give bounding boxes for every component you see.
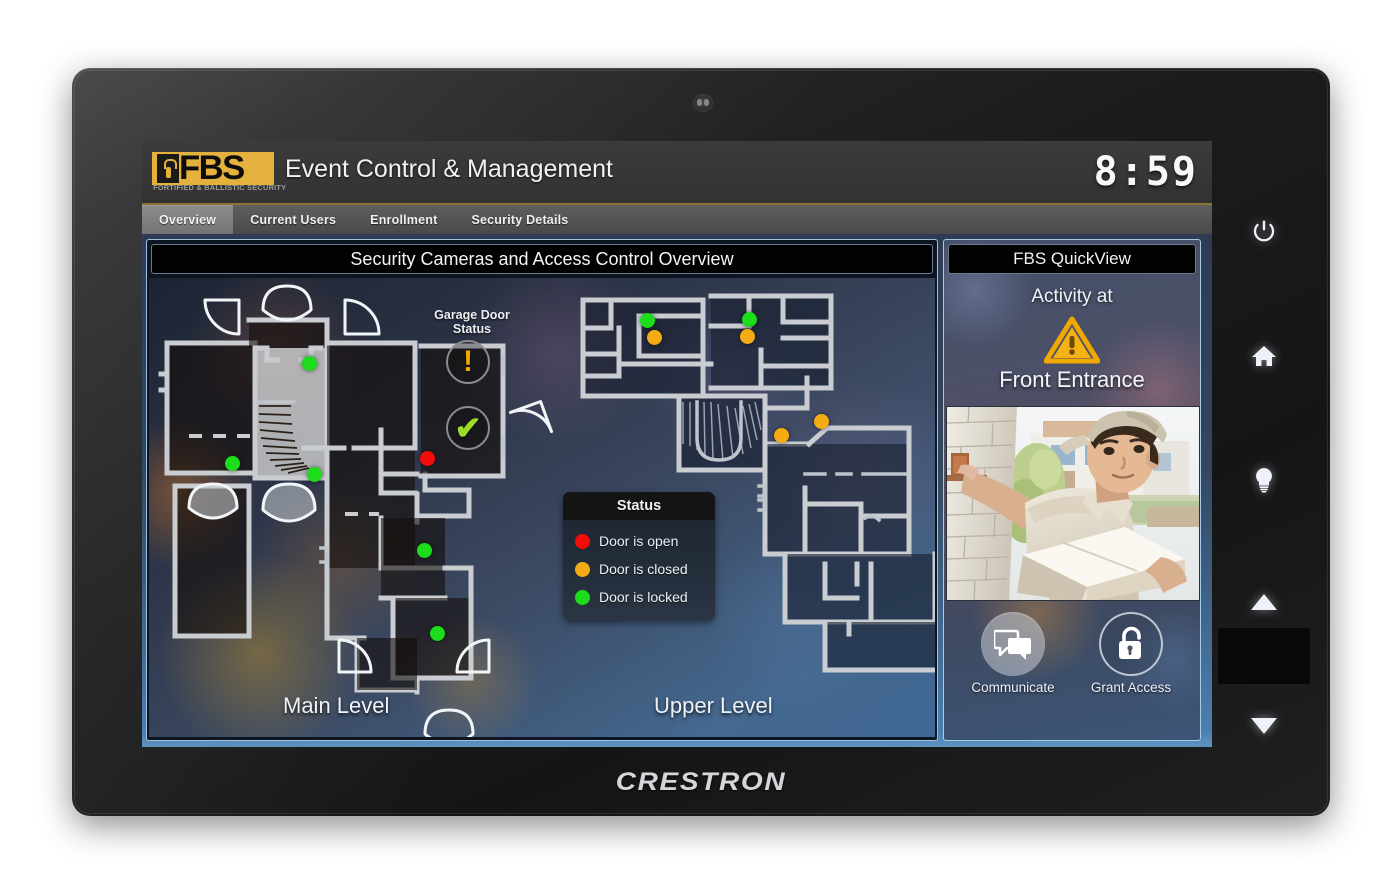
triangle-up-icon — [1251, 594, 1277, 610]
triangle-down-icon — [1251, 718, 1277, 734]
grant-access-button[interactable]: Grant Access — [1079, 612, 1183, 695]
quickview-actions: Communicate Grant Access — [944, 612, 1200, 695]
garage-ok-indicator[interactable]: ✔ — [446, 406, 490, 450]
green-dot-icon — [575, 589, 590, 605]
checkmark-icon: ✔ — [454, 410, 482, 446]
quickview-location: Front Entrance — [999, 367, 1145, 392]
floor-label-upper: Upper Level — [654, 693, 773, 718]
home-button[interactable] — [1244, 336, 1284, 376]
tab-overview[interactable]: Overview — [142, 205, 234, 234]
status-legend: Status Door is open Door is closed Door … — [563, 492, 715, 620]
door-marker-locked[interactable] — [225, 456, 240, 471]
legend-item-locked: Door is locked — [575, 583, 715, 611]
door-marker-locked[interactable] — [640, 313, 655, 328]
up-button[interactable] — [1244, 582, 1284, 622]
legend-list: Door is open Door is closed Door is lock… — [563, 520, 715, 620]
warning-triangle-icon — [1043, 316, 1101, 364]
lights-button[interactable] — [1244, 460, 1284, 500]
door-marker-locked[interactable] — [430, 626, 445, 641]
floor-label-main: Main Level — [283, 693, 390, 718]
clock-display: 8:59 — [1093, 149, 1198, 195]
floorplan-panel: Security Cameras and Access Control Over… — [146, 239, 938, 741]
padlock-icon — [157, 154, 179, 183]
door-marker-locked[interactable] — [307, 467, 322, 482]
quickview-panel: FBS QuickView Activity at Front Entrance — [943, 239, 1201, 741]
tab-security-details[interactable]: Security Details — [454, 205, 585, 234]
logo-plate: FBS — [152, 149, 274, 187]
quickview-panel-title: FBS QuickView — [948, 244, 1196, 274]
unlocked-padlock-icon — [1099, 612, 1163, 676]
door-marker-locked[interactable] — [302, 356, 317, 371]
door-marker-locked[interactable] — [417, 543, 432, 558]
content-area: Security Cameras and Access Control Over… — [142, 234, 1212, 747]
legend-item-open: Door is open — [575, 527, 715, 555]
garage-warning-indicator[interactable]: ! — [446, 340, 490, 384]
floorplan-panel-title: Security Cameras and Access Control Over… — [151, 244, 933, 274]
grant-access-label: Grant Access — [1090, 680, 1172, 695]
logo-tagline: FORTIFIED & BALLISTIC SECURITY — [153, 185, 287, 192]
home-icon — [1252, 346, 1276, 366]
touch-screen: FBS FORTIFIED & BALLISTIC SECURITY Event… — [142, 141, 1212, 747]
chat-bubbles-icon — [981, 612, 1045, 676]
fbs-logo: FBS FORTIFIED & BALLISTIC SECURITY — [152, 149, 286, 196]
tab-enrollment[interactable]: Enrollment — [353, 205, 454, 234]
floorplan-canvas[interactable]: .wall { stroke: #c9cdd2; stroke-width: 5… — [149, 278, 935, 737]
tab-current-users[interactable]: Current Users — [233, 205, 353, 234]
crestron-wordmark: CRESTRON — [615, 768, 787, 796]
crestron-touch-panel-device: FBS FORTIFIED & BALLISTIC SECURITY Event… — [72, 68, 1330, 816]
floorplan-drawing: .wall { stroke: #c9cdd2; stroke-width: 5… — [158, 284, 935, 737]
app-header: FBS FORTIFIED & BALLISTIC SECURITY Event… — [142, 141, 1212, 205]
logo-text: FBS — [179, 149, 245, 187]
door-marker-locked[interactable] — [742, 312, 757, 327]
door-marker-closed[interactable] — [740, 329, 755, 344]
door-marker-open[interactable] — [420, 451, 435, 466]
camera-feed[interactable] — [946, 406, 1200, 601]
legend-title: Status — [563, 492, 715, 520]
power-button[interactable] — [1244, 212, 1284, 252]
yellow-dot-icon — [575, 561, 590, 577]
exclamation-icon: ! — [463, 345, 473, 378]
down-button[interactable] — [1244, 706, 1284, 746]
lightbulb-icon — [1256, 468, 1272, 493]
door-marker-closed[interactable] — [774, 428, 789, 443]
garage-door-status-label: Garage Door Status — [434, 308, 510, 336]
bezel-recess — [1218, 628, 1310, 684]
quickview-activity-text: Activity at — [1031, 286, 1113, 307]
power-icon — [1253, 220, 1275, 242]
door-marker-closed[interactable] — [647, 330, 662, 345]
communicate-label: Communicate — [971, 680, 1055, 695]
legend-item-closed: Door is closed — [575, 555, 715, 583]
communicate-button[interactable]: Communicate — [961, 612, 1065, 695]
tab-bar: Overview Current Users Enrollment Securi… — [142, 205, 1212, 234]
door-marker-closed[interactable] — [814, 414, 829, 429]
bezel-sensor — [693, 94, 713, 112]
page-title: Event Control & Management — [285, 155, 613, 183]
red-dot-icon — [575, 533, 590, 549]
